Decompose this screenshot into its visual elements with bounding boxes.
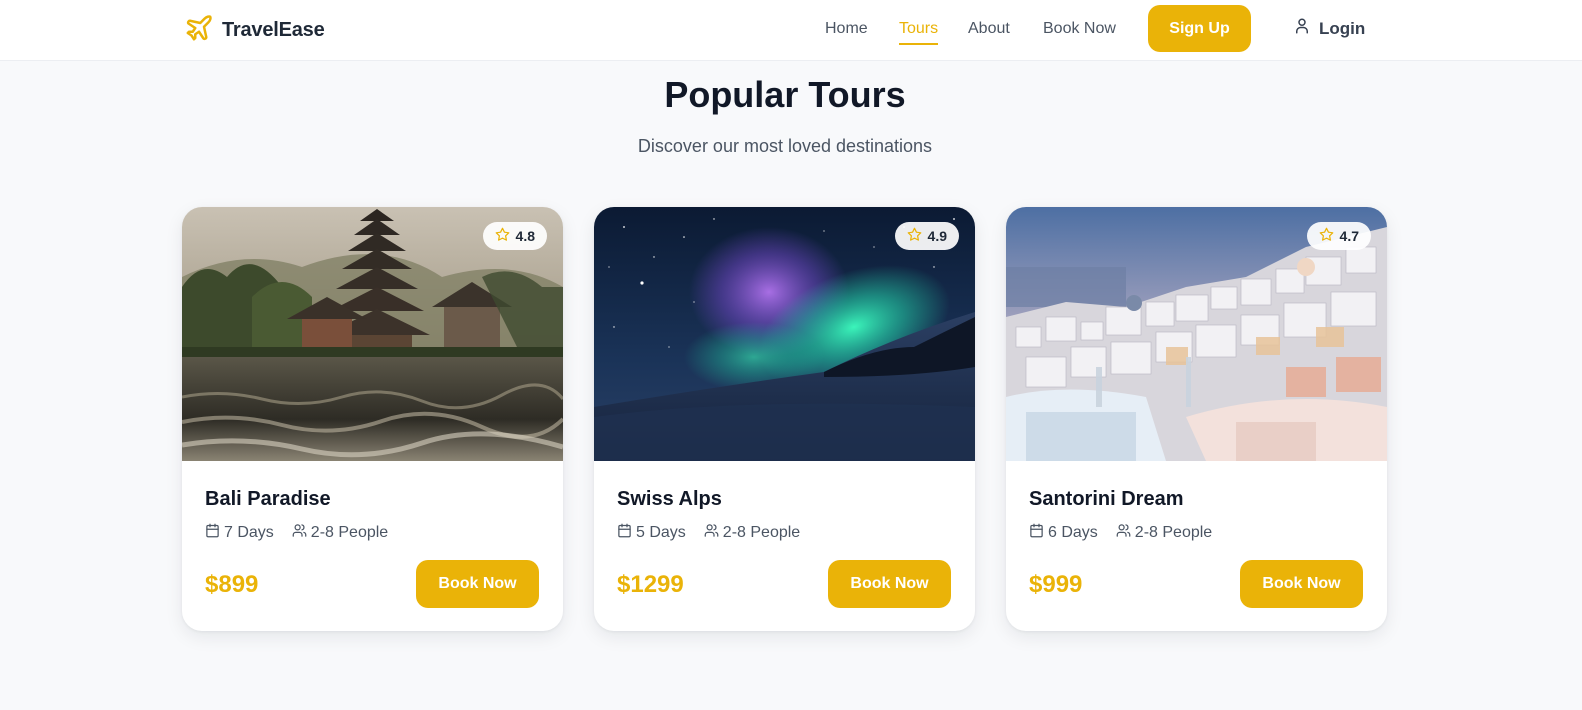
calendar-icon	[617, 523, 632, 543]
user-icon	[1293, 17, 1311, 40]
tour-duration: 5 Days	[636, 524, 686, 541]
nav-link-home[interactable]: Home	[825, 19, 868, 45]
brand-name: TravelEase	[222, 18, 325, 41]
section-subtitle: Discover our most loved destinations	[637, 136, 933, 156]
calendar-icon	[1029, 523, 1044, 543]
rating-badge: 4.9	[894, 222, 959, 250]
tour-price: $899	[205, 571, 259, 598]
book-now-button[interactable]: Book Now	[416, 560, 539, 608]
tour-price: $1299	[617, 571, 684, 598]
calendar-icon	[205, 523, 220, 543]
tour-title: Swiss Alps	[617, 488, 722, 510]
tour-meta: 6 Days 2-8 People	[1029, 523, 1212, 543]
sign-up-button[interactable]: Sign Up	[1148, 5, 1251, 52]
tour-card-swiss-alps[interactable]: 4.9 Swiss Alps 5 Days 2-8 People $1299 B…	[594, 207, 975, 631]
tour-card-bali[interactable]: 4.8 Bali Paradise 7 Days 2-8 People $899…	[182, 207, 563, 631]
plane-icon	[184, 13, 214, 48]
tour-meta: 5 Days 2-8 People	[617, 523, 800, 543]
site-header: TravelEase Home Tours About Book Now Sig…	[0, 0, 1582, 61]
nav-link-about[interactable]: About	[968, 19, 1010, 45]
star-icon	[1319, 227, 1334, 245]
tour-duration: 6 Days	[1048, 524, 1098, 541]
login-link[interactable]: Login	[1293, 17, 1365, 40]
login-label: Login	[1319, 18, 1366, 38]
users-icon	[1116, 523, 1131, 543]
tour-meta: 7 Days 2-8 People	[205, 523, 388, 543]
rating-value: 4.7	[1339, 228, 1359, 244]
tour-group-size: 2-8 People	[310, 524, 389, 541]
tour-price: $999	[1029, 571, 1083, 598]
tour-title: Bali Paradise	[205, 488, 331, 510]
star-icon	[495, 227, 510, 245]
book-now-button[interactable]: Book Now	[828, 560, 951, 608]
tour-duration: 7 Days	[224, 524, 274, 541]
users-icon	[292, 523, 307, 543]
tour-group-size: 2-8 People	[1134, 524, 1213, 541]
brand-logo[interactable]: TravelEase	[184, 14, 325, 46]
users-icon	[704, 523, 719, 543]
rating-badge: 4.8	[482, 222, 547, 250]
tour-group-size: 2-8 People	[722, 524, 801, 541]
nav-link-tours[interactable]: Tours	[899, 19, 939, 45]
rating-value: 4.9	[927, 228, 947, 244]
section-title: Popular Tours	[664, 74, 906, 115]
book-now-button[interactable]: Book Now	[1240, 560, 1363, 608]
star-icon	[907, 227, 922, 245]
rating-value: 4.8	[515, 228, 535, 244]
tour-card-santorini[interactable]: 4.7 Santorini Dream 6 Days 2-8 People $9…	[1006, 207, 1387, 631]
tour-title: Santorini Dream	[1029, 488, 1184, 510]
nav-link-book-now[interactable]: Book Now	[1043, 19, 1116, 45]
rating-badge: 4.7	[1306, 222, 1371, 250]
